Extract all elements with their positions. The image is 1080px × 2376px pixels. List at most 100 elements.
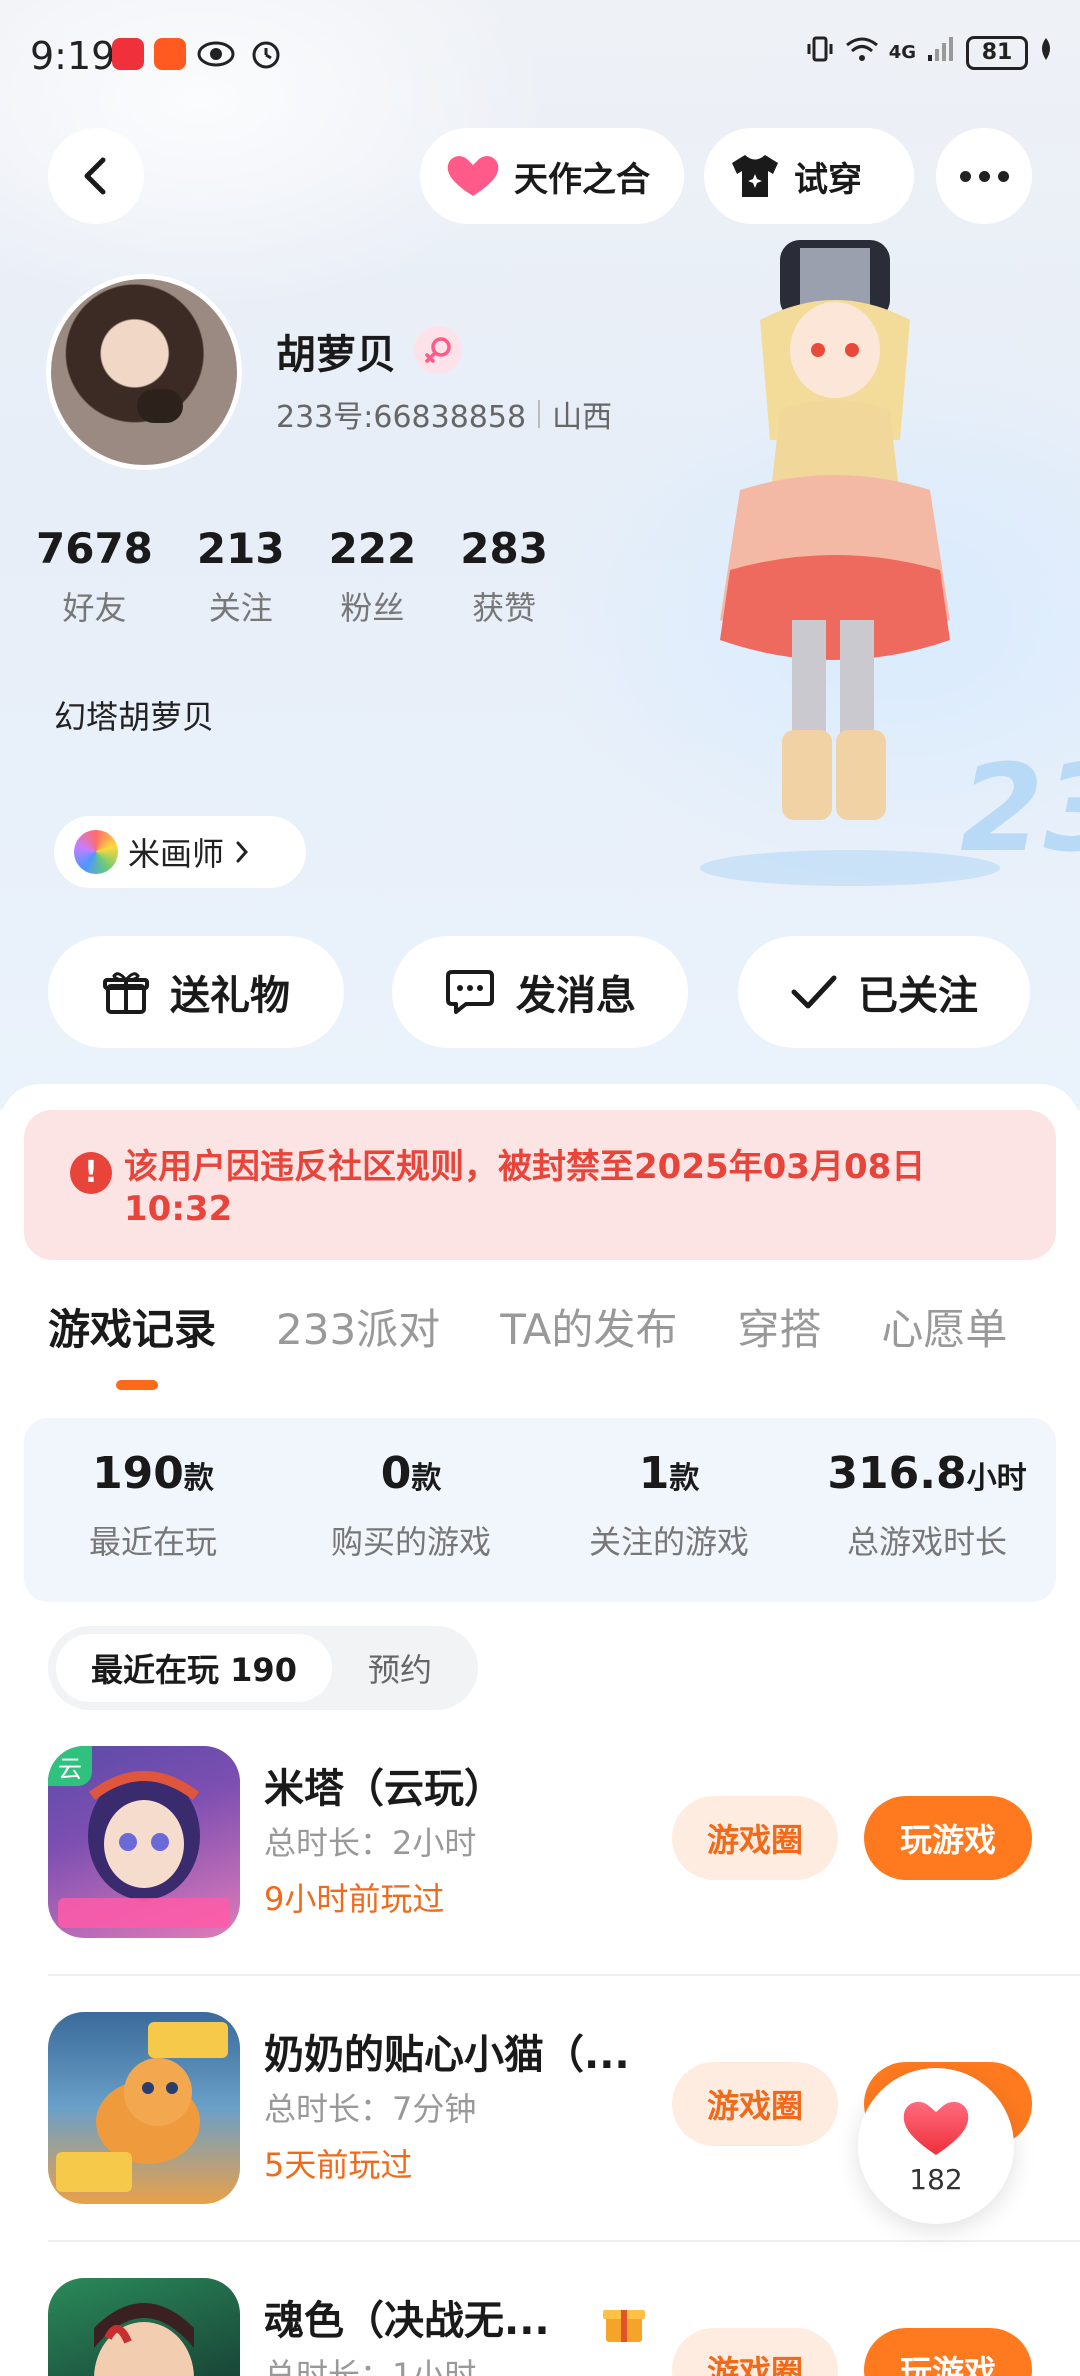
summary-label: 关注的游戏: [588, 1523, 749, 1561]
summary-unit: 小时: [966, 1461, 1027, 1496]
badge-233-logo: 233: [960, 740, 1080, 879]
separator: [538, 400, 541, 428]
list-divider: [48, 1974, 1080, 1976]
wifi-icon: [845, 35, 879, 70]
gift-icon: [103, 972, 149, 1014]
ban-notice-text: 该用户因违反社区规则，被封禁至2025年03月08日 10:32: [124, 1147, 926, 1229]
game-circle-button[interactable]: 游戏圈: [672, 2328, 838, 2376]
game-title: 米塔（云玩）: [264, 1766, 504, 1812]
user-region: 山西: [552, 400, 613, 435]
stat-label: 关注: [208, 589, 273, 627]
summary-label: 最近在玩: [88, 1523, 217, 1561]
like-count: 182: [909, 2162, 963, 2196]
painter-chip[interactable]: 米画师: [54, 816, 306, 888]
active-tab-indicator: [116, 1380, 158, 1390]
game-duration: 总时长：1小时: [264, 2356, 477, 2376]
stat-label: 好友: [62, 589, 127, 627]
game-circle-button[interactable]: 游戏圈: [672, 2062, 838, 2146]
send-message-button[interactable]: 发消息: [392, 936, 688, 1048]
game-cover-icon: [48, 2012, 240, 2204]
stat-label: 获赞: [472, 589, 537, 627]
tab-233-party[interactable]: 233派对: [276, 1296, 440, 1357]
chevron-right-icon: [236, 841, 249, 863]
game-duration: 总时长：7分钟: [264, 2090, 477, 2128]
play-game-button[interactable]: 玩游戏: [864, 1796, 1032, 1880]
match-label: 天作之合: [514, 159, 650, 200]
stat-fans[interactable]: 222 粉丝: [329, 524, 417, 629]
back-button[interactable]: [48, 128, 144, 224]
summary-unit: 款: [183, 1461, 214, 1496]
send-gift-button[interactable]: 送礼物: [48, 936, 344, 1048]
tab-wishlist[interactable]: 心愿单: [881, 1296, 1007, 1357]
game-list-item[interactable]: 云 米塔（云玩） 总时长：2小时 9小时前玩过 游戏圈 玩游戏: [48, 1746, 1032, 1946]
summary-value: 316.8: [827, 1448, 967, 1499]
warning-icon: !: [70, 1152, 112, 1194]
like-float-button[interactable]: 182: [858, 2068, 1014, 2224]
avatar-platform: [700, 850, 1000, 886]
alarm-icon: [246, 38, 286, 70]
game-duration: 总时长：2小时: [264, 1824, 477, 1862]
summary-value: 0: [380, 1448, 412, 1499]
tab-posts[interactable]: TA的发布: [500, 1296, 677, 1357]
summary-unit: 款: [411, 1461, 442, 1496]
segment-recent[interactable]: 最近在玩 190: [56, 1634, 332, 1702]
tab-game-records[interactable]: 游戏记录: [48, 1296, 216, 1357]
battery-indicator: 81: [966, 35, 1028, 70]
game-title-text: 魂色（决战无...: [264, 2298, 550, 2344]
game-title: 奶奶的贴心小猫（...: [264, 2032, 630, 2078]
summary-recent[interactable]: 190款 最近在玩: [24, 1448, 282, 1563]
profile-stats: 7678 好友 213 关注 222 粉丝 283 获赞: [36, 524, 592, 629]
status-app-icons: [112, 38, 286, 70]
match-button[interactable]: 天作之合: [420, 128, 684, 224]
female-gender-icon: [414, 326, 462, 374]
stat-likes[interactable]: 283 获赞: [460, 524, 548, 629]
summary-followed[interactable]: 1款 关注的游戏: [540, 1448, 798, 1563]
game-art: [56, 2022, 228, 2192]
followed-button[interactable]: 已关注: [738, 936, 1030, 1048]
gift-badge-icon: [602, 2310, 645, 2342]
segment-reserved[interactable]: 预约: [368, 1626, 432, 1710]
status-time: 9:19: [30, 34, 116, 78]
game-cover-icon: 云: [48, 1746, 240, 1938]
status-right-icons: 4G 81: [805, 34, 1054, 71]
followed-label: 已关注: [858, 973, 978, 1019]
summary-value: 190: [92, 1448, 184, 1499]
ban-notice: ! 该用户因违反社区规则，被封禁至2025年03月08日 10:32: [24, 1110, 1056, 1260]
more-button[interactable]: [936, 128, 1032, 224]
summary-value: 1: [638, 1448, 670, 1499]
more-dot: [978, 170, 990, 182]
uid-line: 233号:66838858 山西: [276, 392, 612, 436]
game-last-played: 9小时前玩过: [264, 1880, 445, 1918]
app-notification-icon: [112, 38, 144, 70]
profile-bio: 幻塔胡萝贝: [54, 698, 215, 736]
play-game-button[interactable]: 玩游戏: [864, 2328, 1032, 2376]
vibrate-icon: [805, 34, 835, 71]
game-title: 魂色（决战无...: [264, 2288, 648, 2346]
avatar-3d-figure[interactable]: [700, 240, 1000, 860]
game-last-played: 5天前玩过: [264, 2146, 413, 2184]
try-on-button[interactable]: 试穿: [704, 128, 914, 224]
stat-value: 222: [328, 524, 417, 573]
more-dot: [959, 170, 971, 182]
stat-friends[interactable]: 7678 好友: [36, 524, 153, 629]
tab-outfits[interactable]: 穿搭: [737, 1296, 821, 1357]
leaf-icon: [1038, 36, 1054, 69]
summary-label: 购买的游戏: [330, 1523, 491, 1561]
game-list-item[interactable]: 魂色（决战无... 总时长：1小时 游戏圈 玩游戏: [48, 2278, 1032, 2376]
avatar-filter-nose: [137, 389, 183, 423]
chevron-left-icon: [84, 157, 106, 195]
avatar[interactable]: [46, 274, 242, 470]
profile-hero: 9:19 4G 81 天作之合 试穿 胡萝贝 233号:66838858 山西 …: [0, 0, 1080, 1110]
send-gift-label: 送礼物: [170, 973, 290, 1019]
summary-total-time[interactable]: 316.8小时 总游戏时长: [798, 1448, 1056, 1563]
more-dot: [997, 170, 1009, 182]
stat-following[interactable]: 213 关注: [197, 524, 285, 629]
game-circle-button[interactable]: 游戏圈: [672, 1796, 838, 1880]
network-label: 4G: [888, 42, 916, 63]
game-cover-icon: [48, 2278, 240, 2376]
summary-purchased[interactable]: 0款 购买的游戏: [282, 1448, 540, 1563]
profile-tabs: 游戏记录 233派对 TA的发布 穿搭 心愿单: [48, 1296, 1007, 1357]
recent-segmented-control: 最近在玩 190 预约: [48, 1626, 478, 1710]
send-message-label: 发消息: [516, 973, 636, 1019]
chat-bubble-icon: [446, 970, 494, 1014]
